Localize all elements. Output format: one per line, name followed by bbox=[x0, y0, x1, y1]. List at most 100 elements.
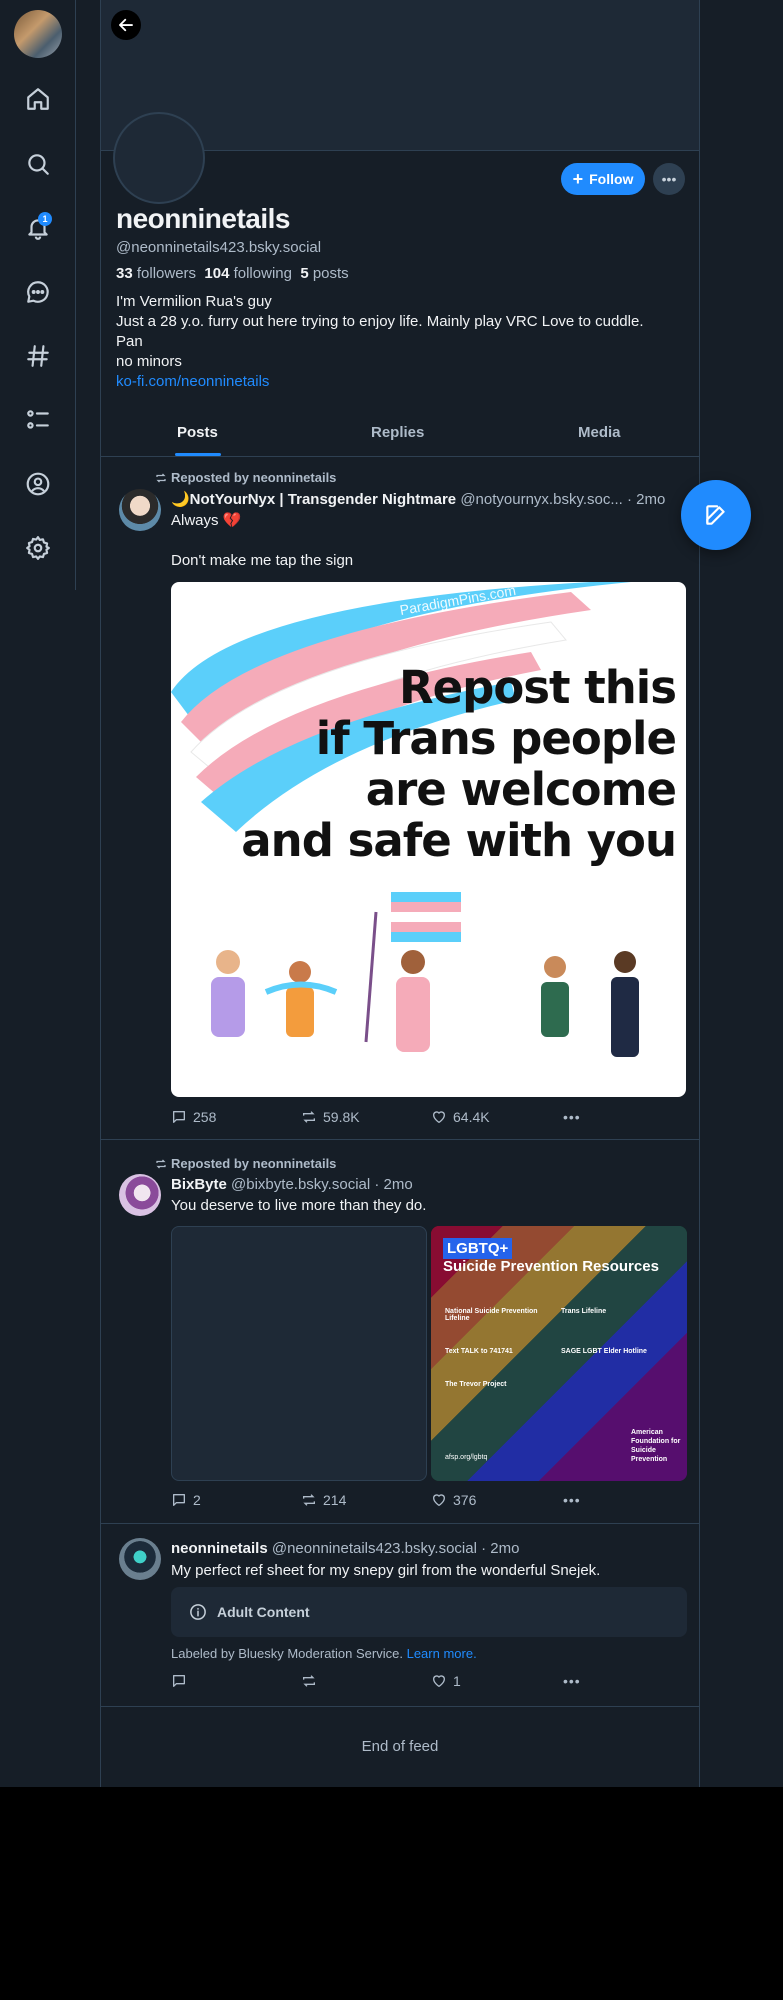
post-actions: 2 214 376 ••• bbox=[171, 1492, 591, 1512]
hashtag-icon[interactable] bbox=[20, 338, 56, 374]
repost-icon bbox=[303, 1494, 315, 1506]
tab-replies[interactable]: Replies bbox=[371, 424, 424, 441]
post-text: Always 💔 bbox=[171, 512, 242, 529]
current-user-avatar[interactable] bbox=[14, 10, 62, 58]
post-text: Don't make me tap the sign bbox=[171, 552, 354, 569]
arrow-left-icon bbox=[119, 18, 133, 32]
ellipsis-icon: ••• bbox=[563, 1673, 581, 1689]
post-image[interactable]: ParadigmPins.com Repost this if Trans pe… bbox=[171, 582, 686, 1097]
profile-bio: I'm Vermilion Rua's guy Just a 28 y.o. f… bbox=[116, 292, 686, 392]
search-icon[interactable] bbox=[20, 146, 56, 182]
gear-icon[interactable] bbox=[20, 530, 56, 566]
bio-line: Pan bbox=[116, 333, 143, 350]
bio-line: I'm Vermilion Rua's guy bbox=[116, 293, 272, 310]
post-image[interactable]: LGBTQ+ Suicide Prevention Resources Nati… bbox=[431, 1226, 687, 1481]
notifications-nav[interactable]: 1 bbox=[20, 210, 56, 246]
app-shell: 1 + Follow ••• neonninetails @neonnineta… bbox=[0, 0, 783, 1787]
adult-content-warning[interactable]: Adult Content bbox=[171, 1587, 687, 1637]
tab-media[interactable]: Media bbox=[578, 424, 621, 441]
back-button[interactable] bbox=[111, 10, 141, 40]
comment-icon bbox=[173, 1111, 185, 1123]
post-actions: 1 ••• bbox=[171, 1673, 591, 1693]
image-item: The Trevor Project bbox=[445, 1381, 507, 1388]
repost-button[interactable] bbox=[301, 1673, 323, 1689]
image-item: SAGE LGBT Elder Hotline bbox=[561, 1348, 647, 1355]
bio-line: no minors bbox=[116, 353, 182, 370]
post-actions: 258 59.8K 64.4K ••• bbox=[171, 1109, 591, 1129]
end-of-feed: End of feed bbox=[361, 1738, 439, 1755]
image-caption: Repost this if Trans people are welcome … bbox=[241, 661, 677, 867]
reply-button[interactable]: 258 bbox=[171, 1109, 216, 1125]
heart-icon bbox=[433, 1494, 445, 1506]
like-button[interactable]: 1 bbox=[431, 1673, 461, 1689]
post-more-button[interactable]: ••• bbox=[563, 1109, 581, 1125]
profile-tabs: Posts Replies Media bbox=[101, 412, 699, 457]
following-link[interactable]: 104 following bbox=[204, 265, 292, 282]
image-item: Text TALK to 741741 bbox=[445, 1348, 513, 1355]
profile-icon[interactable] bbox=[20, 466, 56, 502]
reply-button[interactable] bbox=[171, 1673, 193, 1689]
author-avatar[interactable] bbox=[119, 1174, 161, 1216]
image-item: Trans Lifeline bbox=[561, 1308, 607, 1315]
info-icon bbox=[190, 1604, 206, 1620]
ellipsis-icon: ••• bbox=[563, 1492, 581, 1508]
active-tab-indicator bbox=[175, 453, 221, 456]
bio-link[interactable]: ko-fi.com/neonninetails bbox=[116, 372, 686, 392]
posts-count: 5 posts bbox=[300, 265, 349, 282]
profile-handle: @neonninetails423.bsky.social bbox=[116, 239, 322, 256]
comment-icon bbox=[173, 1675, 185, 1687]
repost-indicator: Reposted by neonninetails bbox=[155, 470, 336, 485]
tab-posts[interactable]: Posts bbox=[177, 424, 218, 441]
comment-icon bbox=[173, 1494, 185, 1506]
image-title: Suicide Prevention Resources bbox=[443, 1258, 659, 1275]
ellipsis-icon: ••• bbox=[563, 1109, 581, 1125]
post-author[interactable]: 🌙NotYourNyx | Transgender Nightmare @not… bbox=[171, 490, 691, 508]
repost-button[interactable]: 59.8K bbox=[301, 1109, 360, 1125]
followers-link[interactable]: 33 followers bbox=[116, 265, 196, 282]
follow-label: Follow bbox=[589, 171, 634, 187]
image-item: National Suicide Prevention Lifeline bbox=[445, 1308, 538, 1322]
profile-stats: 33 followers 104 following 5 posts bbox=[116, 265, 349, 282]
learn-more-link[interactable]: Learn more. bbox=[407, 1646, 477, 1661]
notification-badge: 1 bbox=[38, 212, 52, 226]
image-badge: LGBTQ+ bbox=[443, 1238, 513, 1259]
feed-post[interactable]: Reposted by neonninetails BixByte @bixby… bbox=[101, 1140, 699, 1524]
reply-button[interactable]: 2 bbox=[171, 1492, 201, 1508]
follow-button[interactable]: + Follow bbox=[561, 163, 645, 195]
repost-icon bbox=[303, 1111, 315, 1123]
heart-icon bbox=[433, 1675, 445, 1687]
post-author[interactable]: neonninetails @neonninetails423.bsky.soc… bbox=[171, 1540, 691, 1557]
repost-icon bbox=[156, 1159, 166, 1168]
post-image-placeholder[interactable] bbox=[171, 1226, 427, 1481]
post-author[interactable]: BixByte @bixbyte.bsky.social · 2mo bbox=[171, 1176, 691, 1193]
like-button[interactable]: 376 bbox=[431, 1492, 476, 1508]
home-icon[interactable] bbox=[20, 81, 56, 117]
profile-avatar[interactable] bbox=[113, 112, 205, 204]
author-avatar[interactable] bbox=[119, 489, 161, 531]
feed-post[interactable]: Reposted by neonninetails 🌙NotYourNyx | … bbox=[101, 457, 699, 1140]
moderation-label-note: Labeled by Bluesky Moderation Service. L… bbox=[171, 1646, 477, 1661]
ellipsis-icon: ••• bbox=[661, 171, 677, 187]
repost-icon bbox=[156, 473, 166, 482]
main-column: + Follow ••• neonninetails @neonninetail… bbox=[100, 0, 700, 1787]
post-text: My perfect ref sheet for my snepy girl f… bbox=[171, 1562, 601, 1579]
profile-more-button[interactable]: ••• bbox=[653, 163, 685, 195]
heart-icon bbox=[433, 1111, 445, 1123]
image-org: American Foundation for Suicide Preventi… bbox=[631, 1429, 681, 1463]
repost-icon bbox=[303, 1675, 315, 1687]
compose-button[interactable] bbox=[681, 480, 751, 550]
post-more-button[interactable]: ••• bbox=[563, 1673, 581, 1689]
plus-icon: + bbox=[572, 169, 584, 189]
repost-button[interactable]: 214 bbox=[301, 1492, 346, 1508]
author-avatar[interactable] bbox=[119, 1538, 161, 1580]
like-button[interactable]: 64.4K bbox=[431, 1109, 490, 1125]
list-icon[interactable] bbox=[20, 402, 56, 438]
post-more-button[interactable]: ••• bbox=[563, 1492, 581, 1508]
people-illustration bbox=[211, 892, 639, 1057]
image-footer: afsp.org/lgbtq bbox=[445, 1454, 488, 1461]
compose-icon bbox=[706, 505, 725, 525]
left-navigation: 1 bbox=[0, 0, 76, 590]
profile-display-name: neonninetails bbox=[116, 203, 290, 234]
chat-icon[interactable] bbox=[20, 274, 56, 310]
repost-indicator: Reposted by neonninetails bbox=[155, 1156, 336, 1171]
